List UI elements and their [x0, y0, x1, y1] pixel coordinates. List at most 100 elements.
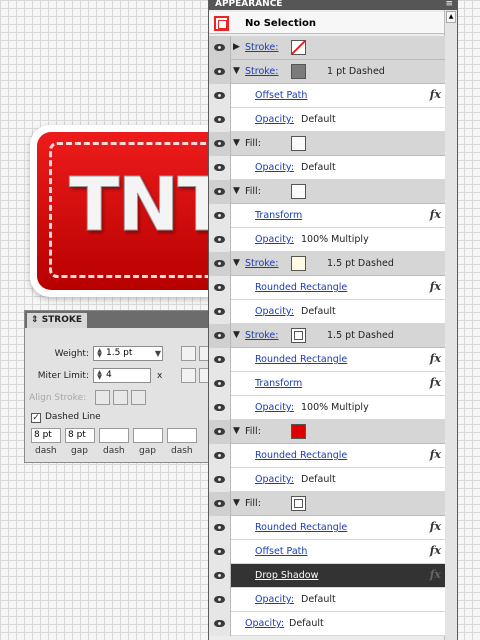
color-swatch[interactable]	[291, 184, 306, 199]
fx-icon[interactable]: fx	[430, 352, 441, 365]
appearance-row[interactable]: Transform fx	[209, 372, 445, 396]
stroke-link[interactable]: Stroke:	[245, 42, 278, 53]
visibility-eye-icon[interactable]	[209, 372, 231, 396]
effect-link[interactable]: Rounded Rectangle	[255, 282, 347, 293]
effect-link[interactable]: Offset Path	[255, 546, 307, 557]
effect-link[interactable]: Drop Shadow	[255, 570, 318, 581]
visibility-eye-icon[interactable]	[209, 324, 231, 348]
appearance-row[interactable]: ▼ Stroke: 1.5 pt Dashed	[209, 252, 445, 276]
color-swatch[interactable]	[291, 40, 306, 55]
appearance-row[interactable]: Opacity: Default	[209, 588, 445, 612]
effect-link[interactable]: Rounded Rectangle	[255, 450, 347, 461]
cap-butt-button[interactable]	[181, 346, 196, 361]
dashed-line-toggle[interactable]: ✓ Dashed Line	[31, 412, 101, 423]
visibility-eye-icon[interactable]	[209, 612, 231, 636]
effect-link[interactable]: Transform	[255, 210, 302, 221]
visibility-eye-icon[interactable]	[209, 540, 231, 564]
stroke-link[interactable]: Stroke:	[245, 258, 278, 269]
opacity-link[interactable]: Opacity:	[245, 618, 284, 629]
color-swatch[interactable]	[291, 256, 306, 271]
opacity-link[interactable]: Opacity:	[255, 306, 294, 317]
color-swatch[interactable]	[291, 496, 306, 511]
fx-icon[interactable]: fx	[430, 544, 441, 557]
effect-link[interactable]: Rounded Rectangle	[255, 522, 347, 533]
miter-input[interactable]: ▲ ▼ 4	[93, 368, 151, 383]
visibility-eye-icon[interactable]	[209, 420, 231, 444]
fx-icon[interactable]: fx	[430, 208, 441, 221]
visibility-eye-icon[interactable]	[209, 204, 231, 228]
collapse-triangle-icon[interactable]: ▼	[233, 330, 240, 340]
visibility-eye-icon[interactable]	[209, 60, 231, 84]
visibility-eye-icon[interactable]	[209, 276, 231, 300]
panel-menu-icon[interactable]: ≡	[445, 0, 453, 9]
appearance-row[interactable]: Opacity: Default	[209, 300, 445, 324]
stroke-link[interactable]: Stroke:	[245, 330, 278, 341]
appearance-row[interactable]: Offset Path fx	[209, 84, 445, 108]
fx-icon[interactable]: fx	[430, 448, 441, 461]
opacity-link[interactable]: Opacity:	[255, 234, 294, 245]
dash-1-field[interactable]: 8 pt	[31, 428, 61, 443]
weight-input[interactable]: ▲ ▼ 1.5 pt ▼	[93, 346, 163, 361]
expand-triangle-icon[interactable]: ▶	[233, 42, 240, 52]
visibility-eye-icon[interactable]	[209, 444, 231, 468]
color-swatch[interactable]	[291, 424, 306, 439]
effect-link[interactable]: Transform	[255, 378, 302, 389]
align-center-button[interactable]	[95, 390, 110, 405]
collapse-triangle-icon[interactable]: ▼	[233, 66, 240, 76]
opacity-link[interactable]: Opacity:	[255, 402, 294, 413]
appearance-row[interactable]: ▼ Fill:	[209, 420, 445, 444]
visibility-eye-icon[interactable]	[209, 300, 231, 324]
effect-link[interactable]: Rounded Rectangle	[255, 354, 347, 365]
appearance-row[interactable]: Rounded Rectangle fx	[209, 276, 445, 300]
appearance-row[interactable]: Opacity: Default	[209, 108, 445, 132]
appearance-row[interactable]: Rounded Rectangle fx	[209, 444, 445, 468]
visibility-eye-icon[interactable]	[209, 588, 231, 612]
visibility-eye-icon[interactable]	[209, 228, 231, 252]
weight-dropdown-icon[interactable]: ▼	[155, 347, 161, 360]
appearance-row[interactable]: ▼ Stroke: 1.5 pt Dashed	[209, 324, 445, 348]
align-inside-button[interactable]	[113, 390, 128, 405]
visibility-eye-icon[interactable]	[209, 156, 231, 180]
appearance-row[interactable]: Offset Path fx	[209, 540, 445, 564]
appearance-row[interactable]: Drop Shadow fx	[209, 564, 445, 588]
appearance-row[interactable]: ▼ Fill:	[209, 132, 445, 156]
appearance-row[interactable]: Opacity: 100% Multiply	[209, 396, 445, 420]
tab-stroke[interactable]: ⇕ STROKE	[27, 313, 87, 328]
opacity-link[interactable]: Opacity:	[255, 114, 294, 125]
appearance-row[interactable]: Opacity: 100% Multiply	[209, 228, 445, 252]
align-outside-button[interactable]	[131, 390, 146, 405]
fx-icon[interactable]: fx	[430, 88, 441, 101]
visibility-eye-icon[interactable]	[209, 468, 231, 492]
collapse-triangle-icon[interactable]: ▼	[233, 498, 240, 508]
visibility-eye-icon[interactable]	[209, 108, 231, 132]
miter-stepper-icon[interactable]: ▲ ▼	[95, 370, 104, 381]
effect-link[interactable]: Offset Path	[255, 90, 307, 101]
fx-icon[interactable]: fx	[430, 376, 441, 389]
gap-2-field[interactable]	[133, 428, 163, 443]
collapse-triangle-icon[interactable]: ▼	[233, 138, 240, 148]
join-miter-button[interactable]	[181, 368, 196, 383]
dashed-line-checkbox[interactable]: ✓	[31, 413, 41, 423]
scroll-up-icon[interactable]: ▲	[446, 11, 456, 23]
collapse-triangle-icon[interactable]: ▼	[233, 426, 240, 436]
appearance-row[interactable]: ▶ Stroke:	[209, 36, 445, 60]
visibility-eye-icon[interactable]	[209, 492, 231, 516]
visibility-eye-icon[interactable]	[209, 564, 231, 588]
visibility-eye-icon[interactable]	[209, 252, 231, 276]
color-swatch[interactable]	[291, 64, 306, 79]
dash-3-field[interactable]	[167, 428, 197, 443]
fx-icon[interactable]: fx	[430, 568, 441, 581]
color-swatch[interactable]	[291, 328, 306, 343]
opacity-link[interactable]: Opacity:	[255, 594, 294, 605]
dash-2-field[interactable]	[99, 428, 129, 443]
opacity-link[interactable]: Opacity:	[255, 474, 294, 485]
appearance-row[interactable]: Opacity: Default	[209, 468, 445, 492]
appearance-row[interactable]: Transform fx	[209, 204, 445, 228]
appearance-row[interactable]: ▼ Fill:	[209, 492, 445, 516]
appearance-row[interactable]: ▼ Fill:	[209, 180, 445, 204]
appearance-row[interactable]: Opacity: Default	[209, 612, 445, 636]
visibility-eye-icon[interactable]	[209, 180, 231, 204]
fx-icon[interactable]: fx	[430, 520, 441, 533]
visibility-eye-icon[interactable]	[209, 396, 231, 420]
visibility-eye-icon[interactable]	[209, 132, 231, 156]
